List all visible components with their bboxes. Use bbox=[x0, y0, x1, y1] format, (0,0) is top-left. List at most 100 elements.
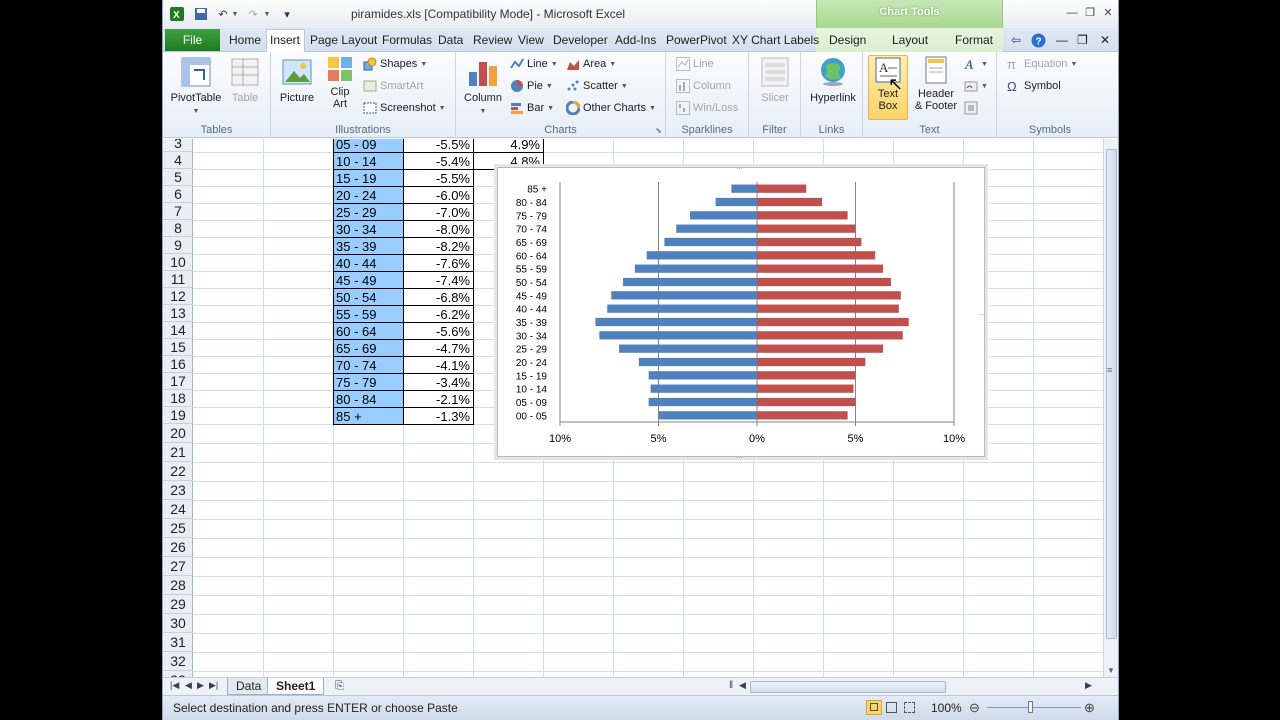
tab-formulas[interactable]: Formulas bbox=[382, 33, 432, 47]
column-chart-button[interactable]: Column ▼ bbox=[460, 56, 506, 118]
zoom-slider-thumb[interactable] bbox=[1028, 701, 1033, 713]
row-header[interactable]: 18 bbox=[163, 390, 193, 407]
tab-add-ins[interactable]: Add-Ins bbox=[615, 33, 656, 47]
ribbon-minimize-icon[interactable]: — bbox=[1056, 33, 1068, 47]
smartart-button[interactable]: SmartArt bbox=[363, 79, 423, 93]
area-chart-button[interactable]: Area ▼ bbox=[566, 57, 616, 71]
row-header[interactable]: 5 bbox=[163, 169, 193, 186]
close-button[interactable]: ✕ bbox=[1101, 6, 1115, 20]
percent-cell[interactable]: -7.0% bbox=[403, 203, 474, 221]
percent-cell[interactable]: -6.2% bbox=[403, 305, 474, 323]
percent-cell[interactable]: -5.5% bbox=[403, 139, 474, 153]
tab-insert[interactable]: Insert bbox=[270, 33, 300, 47]
row-header[interactable]: 7 bbox=[163, 203, 193, 220]
tab-data[interactable]: Data bbox=[438, 33, 463, 47]
percent-cell[interactable]: 4.9% bbox=[473, 139, 544, 153]
sheet-tab-data[interactable]: Data bbox=[227, 678, 271, 695]
tab-xy-chart-labels[interactable]: XY Chart Labels bbox=[732, 33, 819, 47]
insert-sheet-icon[interactable]: ⎘ bbox=[335, 680, 344, 693]
tab-developer[interactable]: Developer bbox=[553, 33, 608, 47]
row-header[interactable]: 16 bbox=[163, 356, 193, 373]
tab-layout[interactable]: Layout bbox=[892, 33, 928, 47]
percent-cell[interactable]: -1.3% bbox=[403, 407, 474, 425]
age-group-cell[interactable]: 70 - 74 bbox=[333, 356, 404, 374]
row-header[interactable]: 17 bbox=[163, 373, 193, 390]
header-footer-button[interactable]: Header & Footer bbox=[912, 56, 960, 112]
age-group-cell[interactable]: 55 - 59 bbox=[333, 305, 404, 323]
row-header[interactable]: 28 bbox=[163, 576, 193, 595]
symbol-button[interactable]: Ω Symbol bbox=[1007, 79, 1061, 94]
tab-file[interactable]: File bbox=[165, 29, 220, 51]
scroll-down-arrow[interactable]: ▼ bbox=[1107, 666, 1115, 675]
row-header[interactable]: 6 bbox=[163, 186, 193, 203]
row-header[interactable]: 13 bbox=[163, 305, 193, 322]
population-pyramid-chart[interactable]: 00 - 05 05 - 09 10 - 14 15 - 19 20 - 24 25 - … bbox=[497, 167, 985, 458]
row-header[interactable]: 19 bbox=[163, 407, 193, 424]
percent-cell[interactable]: -6.0% bbox=[403, 186, 474, 204]
slicer-button[interactable]: Slicer bbox=[755, 56, 795, 104]
percent-cell[interactable]: -4.1% bbox=[403, 356, 474, 374]
tab-format[interactable]: Format bbox=[955, 33, 993, 47]
line-chart-button[interactable]: Line ▼ bbox=[510, 57, 558, 71]
percent-cell[interactable]: -5.4% bbox=[403, 152, 474, 170]
workbook-close-icon[interactable]: ✕ bbox=[1100, 33, 1110, 47]
row-header[interactable]: 8 bbox=[163, 220, 193, 237]
percent-cell[interactable]: -8.0% bbox=[403, 220, 474, 238]
signature-line-button[interactable]: ▼ bbox=[964, 79, 988, 93]
page-layout-view-icon[interactable] bbox=[886, 702, 897, 713]
row-header[interactable]: 15 bbox=[163, 339, 193, 356]
screenshot-button[interactable]: Screenshot ▼ bbox=[363, 101, 446, 115]
age-group-cell[interactable]: 65 - 69 bbox=[333, 339, 404, 357]
prev-sheet-nav[interactable]: ◀ bbox=[185, 680, 192, 691]
row-header[interactable]: 25 bbox=[163, 519, 193, 538]
tab-review[interactable]: Review bbox=[473, 33, 512, 47]
bar-chart-button[interactable]: Bar ▼ bbox=[510, 101, 554, 115]
table-button[interactable]: Table bbox=[225, 56, 265, 104]
age-group-cell[interactable]: 15 - 19 bbox=[333, 169, 404, 187]
tab-split-handle[interactable]: ‖ bbox=[729, 680, 733, 691]
restore-button[interactable]: ❐ bbox=[1083, 6, 1097, 20]
next-sheet-nav[interactable]: ▶ bbox=[197, 680, 204, 691]
percent-cell[interactable]: -2.1% bbox=[403, 390, 474, 408]
equation-button[interactable]: π Equation ▼ bbox=[1007, 57, 1077, 72]
tab-view[interactable]: View bbox=[518, 33, 544, 47]
row-header[interactable]: 24 bbox=[163, 500, 193, 519]
age-group-cell[interactable]: 45 - 49 bbox=[333, 271, 404, 289]
row-header[interactable]: 3 bbox=[163, 139, 193, 152]
age-group-cell[interactable]: 60 - 64 bbox=[333, 322, 404, 340]
page-break-view-icon[interactable] bbox=[904, 702, 915, 713]
row-header[interactable]: 12 bbox=[163, 288, 193, 305]
row-header[interactable]: 4 bbox=[163, 152, 193, 169]
sparkline-winloss-button[interactable]: Win/Loss bbox=[676, 101, 738, 115]
row-header[interactable]: 30 bbox=[163, 614, 193, 633]
worksheet-grid[interactable]: 3 4 5 6 7 8 9 10 11 12 13 14 15 16 17 18 19 20 21 22 23 24 25 2… bbox=[163, 139, 1103, 677]
row-header[interactable]: 14 bbox=[163, 322, 193, 339]
tab-home[interactable]: Home bbox=[229, 33, 261, 47]
age-group-cell[interactable]: 80 - 84 bbox=[333, 390, 404, 408]
zoom-slider[interactable] bbox=[987, 707, 1081, 708]
horizontal-scroll-thumb[interactable] bbox=[750, 681, 946, 693]
percent-cell[interactable]: -3.4% bbox=[403, 373, 474, 391]
help-icon[interactable]: ? bbox=[1031, 33, 1046, 51]
first-sheet-nav[interactable]: |◀ bbox=[170, 680, 179, 691]
row-header[interactable]: 23 bbox=[163, 481, 193, 500]
scroll-right-arrow[interactable]: ▶ bbox=[1085, 680, 1092, 691]
wordart-button[interactable]: A ▼ bbox=[964, 57, 988, 72]
row-header[interactable]: 22 bbox=[163, 462, 193, 481]
charts-dialog-launcher-icon[interactable]: ⬊ bbox=[655, 126, 662, 135]
sparkline-line-button[interactable]: Line bbox=[676, 57, 714, 71]
object-button[interactable] bbox=[964, 101, 978, 115]
tab-page-layout[interactable]: Page Layout bbox=[310, 33, 377, 47]
percent-cell[interactable]: -8.2% bbox=[403, 237, 474, 255]
row-header[interactable]: 31 bbox=[163, 633, 193, 652]
clipart-button[interactable]: Clip Art bbox=[323, 56, 357, 110]
minimize-button[interactable]: — bbox=[1065, 6, 1079, 20]
percent-cell[interactable]: -7.6% bbox=[403, 254, 474, 272]
row-header[interactable]: 27 bbox=[163, 557, 193, 576]
age-group-cell[interactable]: 40 - 44 bbox=[333, 254, 404, 272]
back-icon[interactable]: ⇦ bbox=[1011, 33, 1021, 47]
percent-cell[interactable]: -7.4% bbox=[403, 271, 474, 289]
row-header[interactable]: 26 bbox=[163, 538, 193, 557]
zoom-out-icon[interactable]: ⊖ bbox=[969, 700, 980, 716]
row-header[interactable]: 21 bbox=[163, 443, 193, 462]
